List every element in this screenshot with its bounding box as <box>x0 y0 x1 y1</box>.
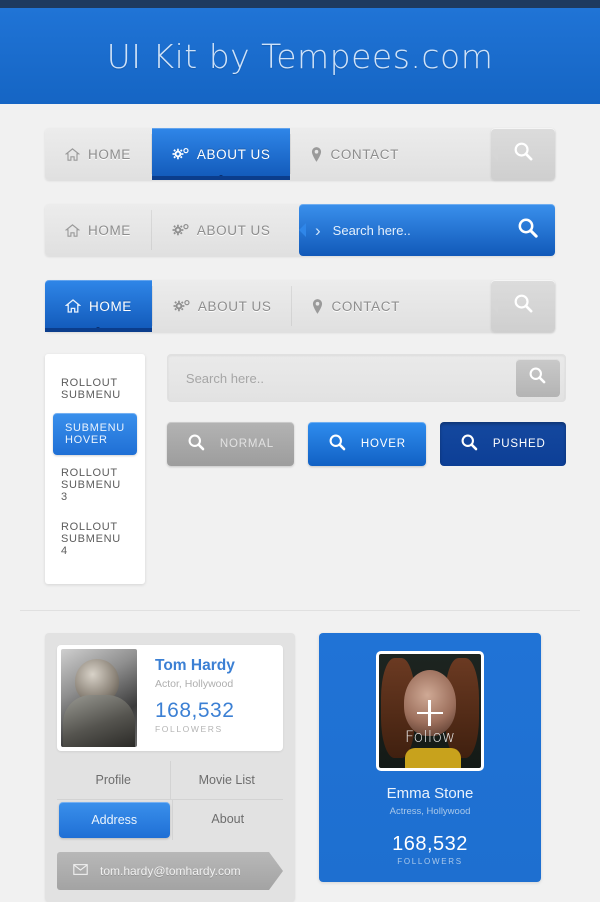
nav-item-about-us[interactable]: ABOUT US <box>153 280 292 332</box>
nav-item-label: HOME <box>88 222 131 238</box>
submenu-item-hover[interactable]: SUBMENU HOVER <box>53 413 137 455</box>
profile-role: Actress, Hollywood <box>389 806 471 817</box>
active-tab-indicator <box>96 327 101 331</box>
navbar-search-field-expanded[interactable]: › Search here.. <box>299 204 555 256</box>
tab-profile[interactable]: Profile <box>57 761 170 799</box>
navbar-search-button[interactable] <box>491 128 555 180</box>
search-icon <box>513 141 534 167</box>
nav-item-about-us[interactable]: ABOUT US <box>151 128 291 180</box>
search-icon <box>528 366 547 390</box>
map-pin-icon <box>312 298 323 314</box>
navbar-search-button[interactable] <box>491 280 555 332</box>
rollout-submenu-panel: ROLLOUT SUBMENU SUBMENU HOVER ROLLOUT SU… <box>45 354 145 584</box>
email-address: tom.hardy@tomhardy.com <box>100 864 241 878</box>
submenu-item[interactable]: ROLLOUT SUBMENU 4 <box>45 512 145 566</box>
search-icon <box>513 293 534 319</box>
profile-header: Tom Hardy Actor, Hollywood 168,532 FOLLO… <box>57 645 283 751</box>
search-icon <box>187 433 206 455</box>
navbar-variant-2: HOME ABOUT US › Search here.. <box>45 204 555 256</box>
gear-icon <box>173 299 190 314</box>
profile-name: Emma Stone <box>386 785 474 802</box>
page-header: UI Kit by Tempees.com <box>0 8 600 104</box>
plus-icon <box>417 700 443 726</box>
avatar-with-follow-overlay[interactable]: Follow <box>376 651 484 771</box>
nav-item-label: CONTACT <box>330 146 399 162</box>
gear-icon <box>172 147 189 162</box>
button-hover[interactable]: HOVER <box>307 422 426 466</box>
followers-label: FOLLOWERS <box>397 857 463 866</box>
followers-count: 168,532 <box>392 833 468 855</box>
button-pushed[interactable]: PUSHED <box>439 422 566 466</box>
avatar <box>61 649 137 747</box>
section-divider <box>20 610 580 611</box>
nav-item-label: HOME <box>88 146 131 162</box>
button-normal[interactable]: NORMAL <box>166 422 294 466</box>
search-input[interactable]: Search here.. <box>186 371 516 386</box>
home-icon <box>65 147 80 162</box>
search-input-group[interactable]: Search here.. <box>166 354 566 402</box>
search-submit-button[interactable] <box>515 359 560 397</box>
nav-item-contact[interactable]: CONTACT <box>291 128 418 180</box>
submenu-item[interactable]: ROLLOUT SUBMENU <box>45 368 145 410</box>
nav-item-label: HOME <box>89 298 132 314</box>
profile-tabs: Profile Movie List Address About <box>57 761 283 840</box>
submenu-item[interactable]: ROLLOUT SUBMENU 3 <box>45 458 145 512</box>
followers-count: 168,532 <box>155 699 235 722</box>
home-icon <box>65 223 80 238</box>
navbar-variant-1: HOME ABOUT US CONTACT <box>45 128 555 180</box>
map-pin-icon <box>311 146 322 162</box>
nav-item-label: CONTACT <box>331 298 400 314</box>
nav-item-home[interactable]: HOME <box>45 204 151 256</box>
profile-role: Actor, Hollywood <box>155 678 234 690</box>
nav-item-label: ABOUT US <box>196 222 271 238</box>
active-tab-indicator <box>219 175 224 179</box>
search-input-placeholder: Search here.. <box>332 222 411 238</box>
profile-card-emma-stone: Follow Emma Stone Actress, Hollywood 168… <box>319 633 541 882</box>
chevron-right-icon: › <box>315 220 321 240</box>
home-icon <box>65 298 81 314</box>
search-icon <box>460 433 479 455</box>
envelope-icon <box>73 864 88 878</box>
decor-shirt <box>405 748 461 768</box>
nav-item-label: ABOUT US <box>196 146 271 162</box>
gear-icon <box>172 223 189 238</box>
tab-about[interactable]: About <box>171 800 284 840</box>
followers-label: FOLLOWERS <box>155 724 223 734</box>
page-title: UI Kit by Tempees.com <box>106 36 494 76</box>
tab-movie-list[interactable]: Movie List <box>169 761 284 799</box>
top-accent-strip <box>0 0 600 8</box>
nav-item-about-us[interactable]: ABOUT US <box>152 204 291 256</box>
follow-label: Follow <box>404 727 456 746</box>
profile-card-tom-hardy: Tom Hardy Actor, Hollywood 168,532 FOLLO… <box>45 633 295 902</box>
search-icon <box>328 433 347 455</box>
navbar-variant-3: HOME ABOUT US CONTACT <box>45 280 555 332</box>
nav-item-home[interactable]: HOME <box>45 128 151 180</box>
button-label: HOVER <box>360 438 406 450</box>
button-label: NORMAL <box>219 438 274 450</box>
button-label: PUSHED <box>492 438 546 450</box>
nav-item-contact[interactable]: CONTACT <box>292 280 419 332</box>
profile-name: Tom Hardy <box>155 657 235 674</box>
search-icon[interactable] <box>517 217 539 244</box>
nav-item-home[interactable]: HOME <box>45 280 152 332</box>
email-ribbon[interactable]: tom.hardy@tomhardy.com <box>57 852 283 890</box>
nav-item-label: ABOUT US <box>197 298 272 314</box>
tab-address[interactable]: Address <box>59 802 170 838</box>
